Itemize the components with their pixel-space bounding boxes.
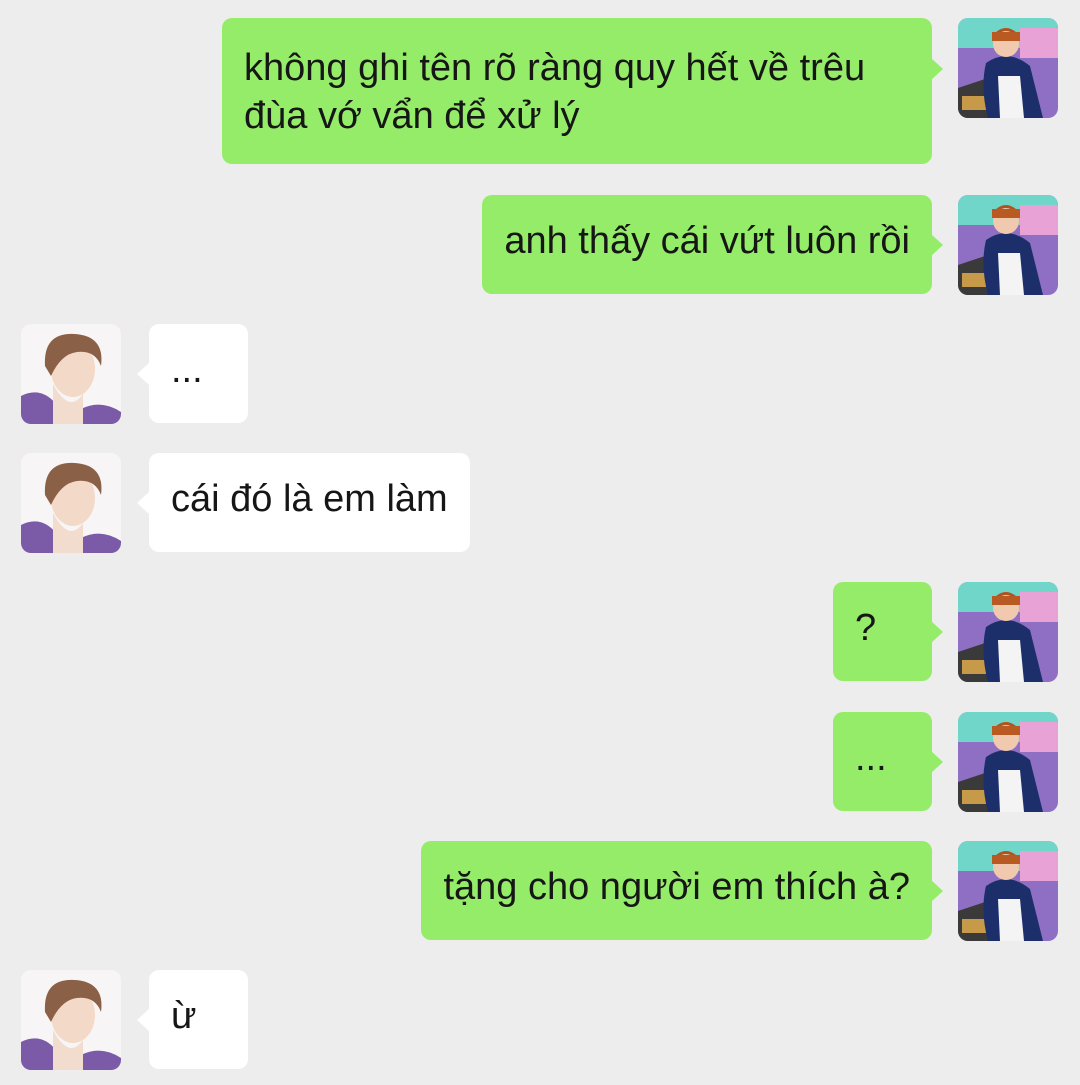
- avatar-boy-brown-hair-icon: [21, 453, 121, 553]
- message-text: ?: [855, 607, 877, 649]
- message-bubble[interactable]: cái đó là em làm: [149, 453, 470, 552]
- bubble-tail: [931, 751, 943, 773]
- avatar[interactable]: [958, 712, 1058, 812]
- chat-window: không ghi tên rõ ràng quy hết về trêu đù…: [0, 0, 1080, 1085]
- bubble-tail: [137, 492, 149, 514]
- avatar[interactable]: [21, 970, 121, 1070]
- avatar-boy-brown-hair-icon: [21, 970, 121, 1070]
- avatar-boy-beanie-icon: [958, 712, 1058, 812]
- avatar[interactable]: [21, 324, 121, 424]
- bubble-tail: [137, 1009, 149, 1031]
- avatar-boy-beanie-icon: [958, 195, 1058, 295]
- avatar[interactable]: [958, 582, 1058, 682]
- avatar-boy-beanie-icon: [958, 841, 1058, 941]
- message-text: tặng cho người em thích à?: [443, 866, 910, 908]
- message-text: ừ: [171, 995, 197, 1037]
- message-text: không ghi tên rõ ràng quy hết về trêu đù…: [244, 47, 866, 137]
- bubble-tail: [931, 880, 943, 902]
- bubble-tail: [931, 58, 943, 80]
- message-bubble[interactable]: ừ: [149, 970, 248, 1069]
- message-bubble[interactable]: tặng cho người em thích à?: [421, 841, 932, 940]
- bubble-tail: [931, 621, 943, 643]
- message-bubble[interactable]: không ghi tên rõ ràng quy hết về trêu đù…: [222, 18, 932, 164]
- message-bubble[interactable]: ?: [833, 582, 932, 681]
- message-bubble[interactable]: ...: [149, 324, 248, 423]
- message-bubble[interactable]: anh thấy cái vứt luôn rồi: [482, 195, 932, 294]
- avatar-boy-brown-hair-icon: [21, 324, 121, 424]
- avatar[interactable]: [958, 841, 1058, 941]
- avatar-boy-beanie-icon: [958, 18, 1058, 118]
- avatar[interactable]: [21, 453, 121, 553]
- avatar-boy-beanie-icon: [958, 582, 1058, 682]
- bubble-tail: [137, 363, 149, 385]
- message-text: ...: [171, 349, 203, 391]
- bubble-tail: [931, 234, 943, 256]
- message-bubble[interactable]: ...: [833, 712, 932, 811]
- message-text: cái đó là em làm: [171, 478, 448, 520]
- message-text: anh thấy cái vứt luôn rồi: [504, 220, 910, 262]
- message-text: ...: [855, 737, 887, 779]
- avatar[interactable]: [958, 18, 1058, 118]
- avatar[interactable]: [958, 195, 1058, 295]
